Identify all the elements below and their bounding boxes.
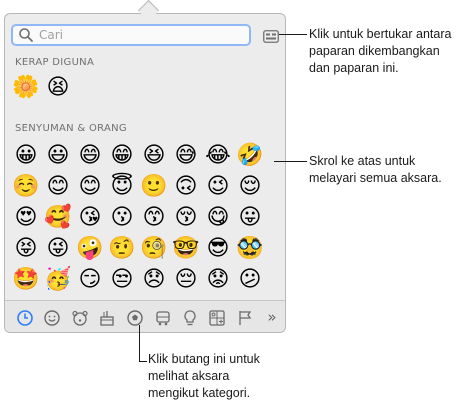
emoji-item[interactable]: 🤓 <box>171 234 201 264</box>
emoji-picker-panel: Cari KERAP DIGUNA 🌼 😫 SENYUMAN & ORANG 😀… <box>4 13 286 333</box>
emoji-item[interactable]: 😙 <box>139 203 169 233</box>
callout-text: Klik untuk bertukar antara <box>309 27 452 41</box>
emoji-item[interactable]: 😁 <box>107 141 137 171</box>
emoji-item[interactable]: 😉 <box>203 172 233 202</box>
ball-icon <box>127 310 143 326</box>
emoji-item[interactable]: 🧐 <box>139 234 169 264</box>
emoji-item[interactable]: 😆 <box>139 141 169 171</box>
emoji-item[interactable]: 😒 <box>107 265 137 295</box>
animal-icon <box>72 310 88 326</box>
car-icon <box>156 311 170 326</box>
emoji-item[interactable]: 🤨 <box>107 234 137 264</box>
tab-symbols[interactable] <box>208 309 226 327</box>
emoji-item[interactable]: 🙂 <box>139 172 169 202</box>
callout-text: melihat aksara <box>148 369 230 383</box>
emoji-item[interactable]: 😕 <box>235 265 265 295</box>
callout-text: melayari semua aksara. <box>309 171 442 185</box>
tab-recent[interactable] <box>16 309 34 327</box>
emoji-item[interactable]: 😏 <box>75 265 105 295</box>
symbols-icon <box>209 310 225 326</box>
callout-text: mengikut kategori. <box>148 386 251 400</box>
emoji-item[interactable]: 😋 <box>203 203 233 233</box>
emoji-item[interactable]: 😜 <box>43 234 73 264</box>
category-tab-bar: » <box>5 300 285 332</box>
search-icon <box>19 28 33 42</box>
callout-line-categories-tail <box>139 361 147 362</box>
section-label-smileys: SENYUMAN & ORANG <box>15 123 127 134</box>
tab-travel[interactable] <box>154 309 172 327</box>
callout-text: paparan dikembangkan <box>309 44 440 58</box>
emoji-item[interactable]: 🤪 <box>75 234 105 264</box>
emoji-frequent-2[interactable]: 😫 <box>43 73 73 103</box>
emoji-item[interactable]: 😂 <box>203 141 233 171</box>
emoji-item[interactable]: 😘 <box>75 203 105 233</box>
callout-categories: Klik butang ini untuk melihat aksara men… <box>148 351 260 402</box>
tab-objects[interactable] <box>181 309 199 327</box>
emoji-item[interactable]: ☺️ <box>11 172 41 202</box>
tab-animals[interactable] <box>71 309 89 327</box>
tab-activity[interactable] <box>126 309 144 327</box>
callout-scroll: Skrol ke atas untuk melayari semua aksar… <box>309 153 442 187</box>
emoji-frequent-1[interactable]: 🌼 <box>11 73 41 103</box>
callout-text: Klik butang ini untuk <box>148 352 260 366</box>
section-label-frequent: KERAP DIGUNA <box>15 57 95 68</box>
emoji-item[interactable]: 🤣 <box>235 141 265 171</box>
emoji-item[interactable]: 😇 <box>107 172 137 202</box>
emoji-item[interactable]: 😞 <box>139 265 169 295</box>
view-toggle-button[interactable] <box>263 28 279 43</box>
emoji-item[interactable]: 😍 <box>11 203 41 233</box>
emoji-item[interactable]: 😔 <box>171 265 201 295</box>
emoji-item[interactable]: 🤩 <box>11 265 41 295</box>
expand-view-icon <box>263 30 279 43</box>
emoji-item[interactable]: 😄 <box>75 141 105 171</box>
emoji-item[interactable]: 😀 <box>11 141 41 171</box>
callout-toggle-view: Klik untuk bertukar antara paparan dikem… <box>309 26 451 77</box>
emoji-item[interactable]: 😅 <box>171 141 201 171</box>
smiley-icon <box>44 310 60 326</box>
emoji-item[interactable]: 😊 <box>43 172 73 202</box>
lightbulb-icon <box>184 310 196 326</box>
emoji-item[interactable]: 😊 <box>75 172 105 202</box>
search-placeholder: Cari <box>39 28 63 42</box>
more-icon: » <box>267 308 277 326</box>
emoji-item[interactable]: 😃 <box>43 141 73 171</box>
tab-smileys[interactable] <box>43 309 61 327</box>
clock-icon <box>17 310 33 326</box>
callout-line-toggle <box>279 34 307 35</box>
flag-icon <box>239 311 252 325</box>
emoji-item[interactable]: 🥸 <box>235 234 265 264</box>
search-field[interactable]: Cari <box>11 24 251 46</box>
emoji-item[interactable]: 😝 <box>11 234 41 264</box>
emoji-item[interactable]: 🥳 <box>43 265 73 295</box>
emoji-item[interactable]: 😚 <box>171 203 201 233</box>
tab-food[interactable] <box>98 309 116 327</box>
tab-more[interactable]: » <box>263 309 281 327</box>
callout-text: Skrol ke atas untuk <box>309 154 416 168</box>
callout-line-categories <box>139 325 140 362</box>
tab-flags[interactable] <box>236 309 254 327</box>
callout-line-scroll <box>274 161 307 162</box>
callout-text: dan paparan ini. <box>309 61 399 75</box>
emoji-item[interactable]: 😟 <box>203 265 233 295</box>
emoji-item[interactable]: 😛 <box>235 203 265 233</box>
food-icon <box>100 311 114 326</box>
emoji-item[interactable]: 🥰 <box>43 203 73 233</box>
emoji-item[interactable]: 🙃 <box>171 172 201 202</box>
emoji-item[interactable]: 😗 <box>107 203 137 233</box>
emoji-item[interactable]: 😌 <box>235 172 265 202</box>
emoji-item[interactable]: 😎 <box>203 234 233 264</box>
